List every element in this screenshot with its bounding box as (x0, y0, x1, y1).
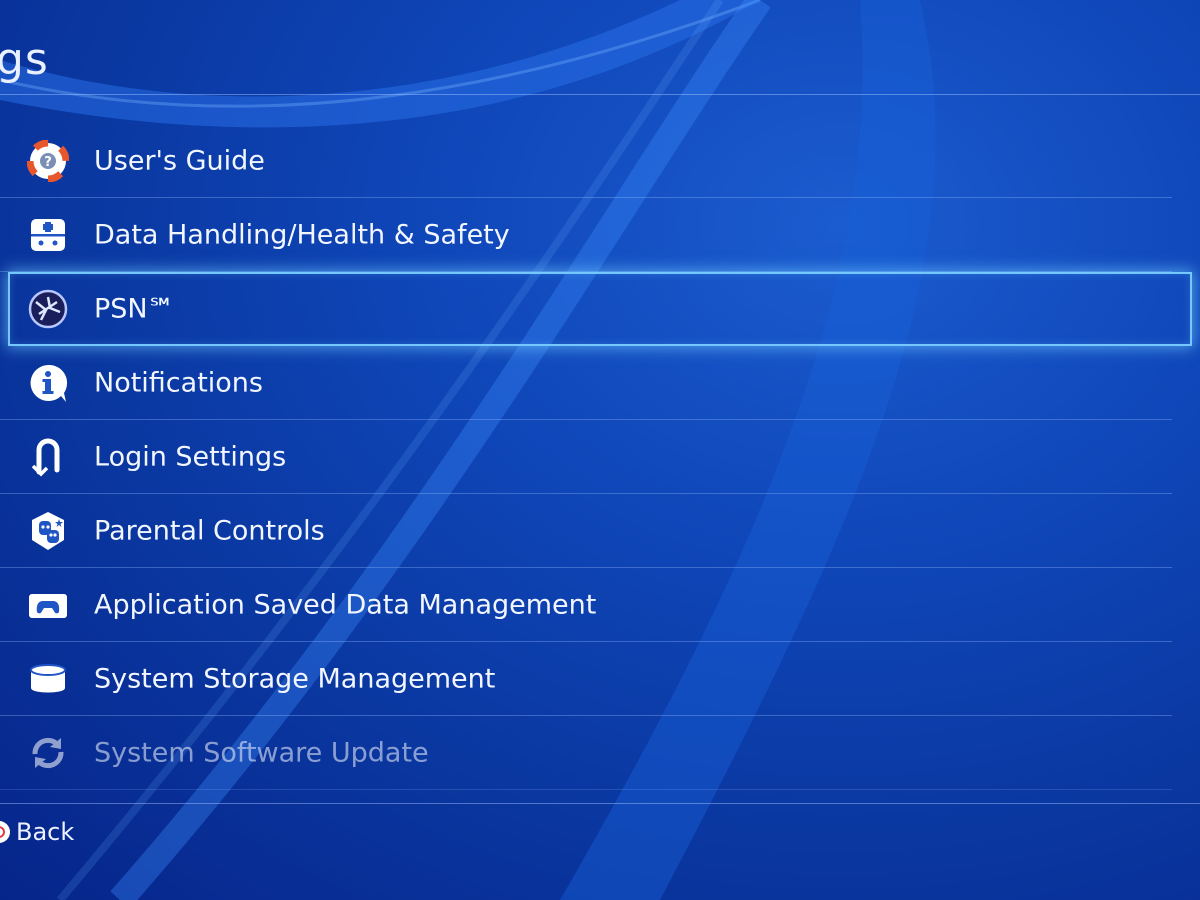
menu-item-label: Login Settings (94, 441, 287, 473)
title-divider (0, 94, 1200, 95)
lifebuoy-icon: ? (26, 139, 70, 183)
menu-item-label: PSN℠ (94, 293, 176, 325)
update-icon (26, 731, 70, 775)
parental-controls-icon (26, 509, 70, 553)
page-title: gs (0, 34, 49, 85)
footer-divider (0, 803, 1200, 804)
menu-item-psn[interactable]: PSN℠ (8, 272, 1192, 346)
menu-item-label: Data Handling/Health & Safety (94, 219, 510, 251)
menu-item-data-handling[interactable]: Data Handling/Health & Safety (0, 198, 1200, 272)
psn-globe-icon (26, 287, 70, 331)
settings-menu: ? User's Guide Data Handling/Health & Sa… (0, 124, 1200, 790)
menu-item-label: Application Saved Data Management (94, 589, 597, 621)
info-icon (26, 361, 70, 405)
menu-item-software-update[interactable]: System Software Update (0, 716, 1200, 790)
storage-icon (26, 657, 70, 701)
login-icon (26, 435, 70, 479)
back-button[interactable]: Back (0, 814, 74, 850)
menu-item-label: System Storage Management (94, 663, 496, 695)
menu-item-label: System Software Update (94, 737, 429, 769)
menu-item-saved-data[interactable]: Application Saved Data Management (0, 568, 1200, 642)
menu-item-storage[interactable]: System Storage Management (0, 642, 1200, 716)
menu-item-label: Parental Controls (94, 515, 325, 547)
svg-text:?: ? (44, 155, 52, 170)
menu-item-notifications[interactable]: Notifications (0, 346, 1200, 420)
menu-item-users-guide[interactable]: ? User's Guide (0, 124, 1200, 198)
menu-item-parental-controls[interactable]: Parental Controls (0, 494, 1200, 568)
back-label: Back (16, 818, 75, 846)
menu-item-label: Notifications (94, 367, 263, 399)
controller-icon (26, 583, 70, 627)
menu-item-login-settings[interactable]: Login Settings (0, 420, 1200, 494)
circle-button-icon (0, 821, 10, 843)
first-aid-icon (26, 213, 70, 257)
menu-item-label: User's Guide (94, 145, 265, 177)
